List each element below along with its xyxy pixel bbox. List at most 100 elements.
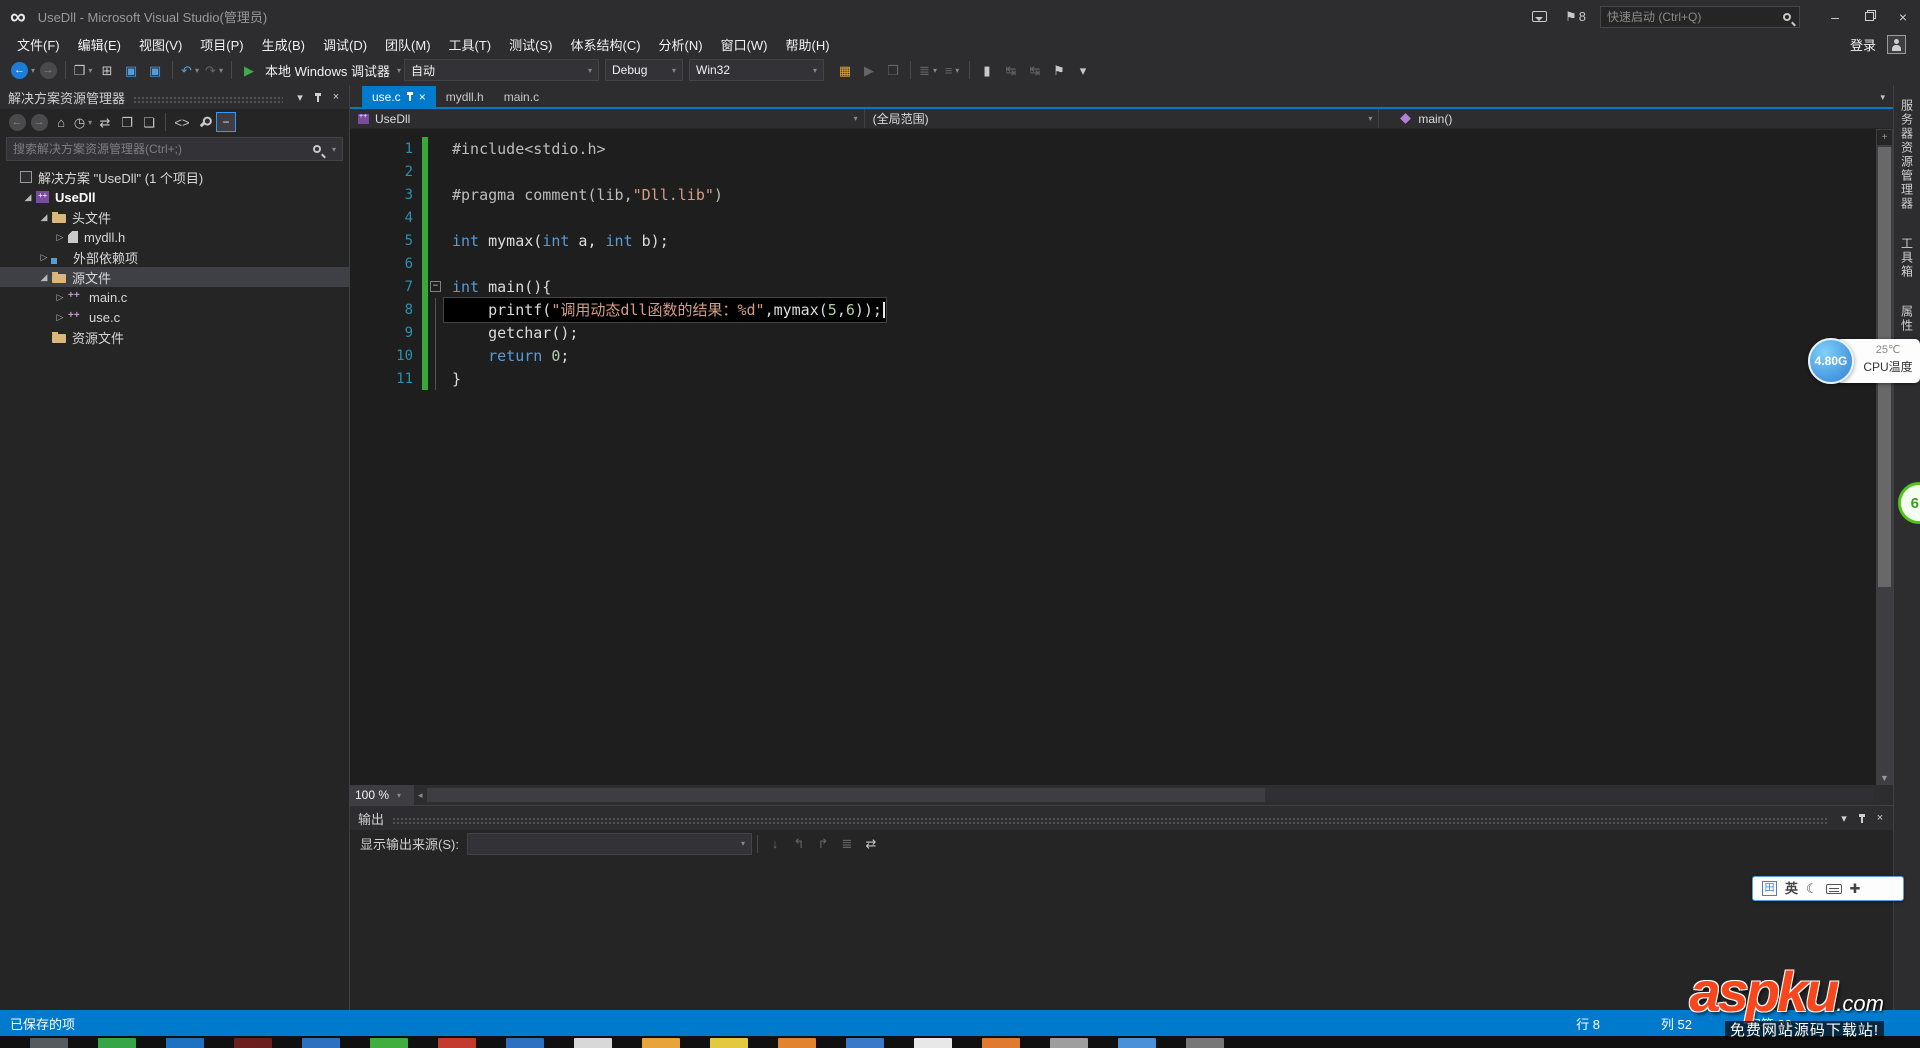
user-avatar-icon[interactable] bbox=[1887, 35, 1906, 54]
bookmark-icon[interactable]: ⚑ bbox=[1048, 59, 1070, 81]
ime-language-toggle[interactable]: 英 bbox=[1785, 882, 1798, 895]
prev-message-icon[interactable]: ↰ bbox=[788, 833, 810, 855]
explorer-back-icon[interactable]: ← bbox=[7, 111, 27, 133]
code-line[interactable]: 4 bbox=[350, 206, 1893, 229]
code-line[interactable]: 8 printf("调用动态dll函数的结果：%d",mymax(5,6)); bbox=[350, 298, 1893, 321]
menu-item[interactable]: 帮助(H) bbox=[777, 33, 839, 56]
ime-settings-icon[interactable]: ✚ bbox=[1850, 882, 1861, 895]
taskbar-app-icon[interactable] bbox=[710, 1038, 748, 1048]
code-line[interactable]: 10 return 0; bbox=[350, 344, 1893, 367]
taskbar-app-icon[interactable] bbox=[302, 1038, 340, 1048]
close-panel-icon[interactable]: × bbox=[327, 88, 345, 106]
menu-item[interactable]: 视图(V) bbox=[130, 33, 191, 56]
vertical-scrollbar[interactable]: + ▼ bbox=[1876, 129, 1893, 785]
pin-icon[interactable] bbox=[309, 88, 327, 106]
tab-use.c[interactable]: use.c× bbox=[362, 86, 436, 107]
expand-arrow-icon[interactable]: ▷ bbox=[54, 292, 66, 303]
quick-launch-input[interactable] bbox=[1601, 10, 1781, 24]
new-project-icon[interactable]: ❒▾ bbox=[72, 59, 94, 81]
navigate-forward-list-icon[interactable]: ≡▾ bbox=[941, 59, 963, 81]
tree-item[interactable]: ▷use.c bbox=[0, 307, 349, 327]
zoom-level-dropdown[interactable]: 100 % ▾ bbox=[350, 785, 414, 805]
comment-icon[interactable]: ↹ bbox=[1000, 59, 1022, 81]
taskbar-app-icon[interactable] bbox=[370, 1038, 408, 1048]
code-line[interactable]: 5int mymax(int a, int b); bbox=[350, 229, 1893, 252]
tab-mydll.h[interactable]: mydll.h bbox=[436, 86, 494, 107]
cpu-temperature-widget[interactable]: 25℃ CPU温度 4.80G bbox=[1808, 336, 1920, 386]
solution-explorer-header[interactable]: 解决方案资源管理器 ▾ × bbox=[0, 85, 349, 109]
menu-item[interactable]: 生成(B) bbox=[253, 33, 314, 56]
solution-search-input[interactable] bbox=[7, 142, 311, 156]
next-message-icon[interactable]: ↱ bbox=[812, 833, 834, 855]
taskbar-app-icon[interactable] bbox=[506, 1038, 544, 1048]
solution-configurations-icon[interactable]: ▦ bbox=[834, 59, 856, 81]
menu-item[interactable]: 团队(M) bbox=[376, 33, 440, 56]
uncomment-icon[interactable]: ↹ bbox=[1024, 59, 1046, 81]
redo-icon[interactable]: ↷▾ bbox=[203, 59, 225, 81]
navbar-project-dropdown[interactable]: UseDll ▾ bbox=[350, 109, 865, 128]
chevron-down-icon[interactable]: ▾ bbox=[332, 145, 336, 154]
menu-item[interactable]: 体系结构(C) bbox=[561, 33, 649, 56]
close-panel-icon[interactable]: × bbox=[1871, 809, 1889, 827]
collapse-region-icon[interactable]: − bbox=[430, 281, 441, 292]
taskbar-app-icon[interactable] bbox=[982, 1038, 1020, 1048]
sign-in-link[interactable]: 登录 bbox=[1850, 35, 1876, 54]
windows-taskbar[interactable] bbox=[0, 1036, 1920, 1048]
tree-item[interactable]: ▷外部依赖项 bbox=[0, 247, 349, 267]
toolbar-overflow-icon[interactable]: ▾ bbox=[1072, 59, 1094, 81]
navbar-scope-dropdown[interactable]: (全局范围) ▾ bbox=[865, 109, 1380, 128]
scroll-left-icon[interactable]: ◂ bbox=[418, 790, 423, 801]
tool-tab-服务器资源管理器[interactable]: 服务器资源管理器 bbox=[1899, 93, 1916, 217]
tree-item[interactable]: ▷mydll.h bbox=[0, 227, 349, 247]
code-line[interactable]: 3#pragma comment(lib,"Dll.lib") bbox=[350, 183, 1893, 206]
solution-search-box[interactable]: ▾ bbox=[6, 137, 343, 161]
taskbar-app-icon[interactable] bbox=[1118, 1038, 1156, 1048]
menu-item[interactable]: 文件(F) bbox=[8, 33, 69, 56]
debugger-dropdown-icon[interactable]: ▾ bbox=[397, 66, 401, 75]
save-all-icon[interactable]: ▣ bbox=[144, 59, 166, 81]
collapse-arrow-icon[interactable]: ◢ bbox=[38, 212, 50, 223]
taskbar-app-icon[interactable] bbox=[30, 1038, 68, 1048]
panel-position-dropdown-icon[interactable]: ▾ bbox=[1835, 809, 1853, 827]
tree-item[interactable]: ▷main.c bbox=[0, 287, 349, 307]
taskbar-app-icon[interactable] bbox=[234, 1038, 272, 1048]
taskbar-app-icon[interactable] bbox=[914, 1038, 952, 1048]
search-icon[interactable] bbox=[313, 145, 321, 153]
taskbar-app-icon[interactable] bbox=[98, 1038, 136, 1048]
menu-item[interactable]: 项目(P) bbox=[191, 33, 252, 56]
collapse-arrow-icon[interactable]: ◢ bbox=[38, 272, 50, 283]
collapse-arrow-icon[interactable]: ◢ bbox=[22, 192, 34, 203]
refresh-icon[interactable]: ❐ bbox=[117, 111, 137, 133]
taskbar-app-icon[interactable] bbox=[438, 1038, 476, 1048]
code-line[interactable]: 7−int main(){ bbox=[350, 275, 1893, 298]
document-well-dropdown-icon[interactable]: ▾ bbox=[1880, 92, 1885, 103]
quick-launch-box[interactable] bbox=[1600, 6, 1800, 28]
save-icon[interactable]: ▣ bbox=[120, 59, 142, 81]
menu-item[interactable]: 测试(S) bbox=[500, 33, 561, 56]
explorer-forward-icon[interactable]: → bbox=[29, 111, 49, 133]
output-panel-header[interactable]: 输出 ▾ × bbox=[350, 806, 1893, 830]
navigate-forward-icon[interactable]: → bbox=[37, 59, 59, 81]
navigate-backward-list-icon[interactable]: ≣▾ bbox=[917, 59, 939, 81]
taskbar-app-icon[interactable] bbox=[574, 1038, 612, 1048]
close-tab-icon[interactable]: × bbox=[419, 90, 426, 104]
tree-item[interactable]: 资源文件 bbox=[0, 327, 349, 347]
tool-tab-工具箱[interactable]: 工具箱 bbox=[1899, 231, 1916, 285]
tree-item[interactable]: ◢头文件 bbox=[0, 207, 349, 227]
goto-message-icon[interactable]: ↓ bbox=[764, 833, 786, 855]
platform-dropdown[interactable]: Win32▾ bbox=[689, 59, 824, 81]
expand-arrow-icon[interactable]: ▷ bbox=[38, 252, 50, 263]
restore-button[interactable] bbox=[1852, 4, 1886, 30]
search-icon[interactable] bbox=[1783, 13, 1791, 21]
word-wrap-icon[interactable]: ⇄ bbox=[860, 833, 882, 855]
tree-item[interactable]: 解决方案 "UseDll" (1 个项目) bbox=[0, 167, 349, 187]
watch-mode-dropdown[interactable]: 自动▾ bbox=[404, 59, 599, 81]
code-line[interactable]: 9 getchar(); bbox=[350, 321, 1893, 344]
tree-item[interactable]: ◢UseDll bbox=[0, 187, 349, 207]
view-code-icon[interactable]: <> bbox=[172, 111, 192, 133]
open-file-icon[interactable]: ⊞ bbox=[96, 59, 118, 81]
menu-item[interactable]: 分析(N) bbox=[650, 33, 712, 56]
memory-usage-bubble[interactable]: 4.80G bbox=[1808, 338, 1854, 384]
pin-icon[interactable] bbox=[1853, 809, 1871, 827]
taskbar-app-icon[interactable] bbox=[1186, 1038, 1224, 1048]
